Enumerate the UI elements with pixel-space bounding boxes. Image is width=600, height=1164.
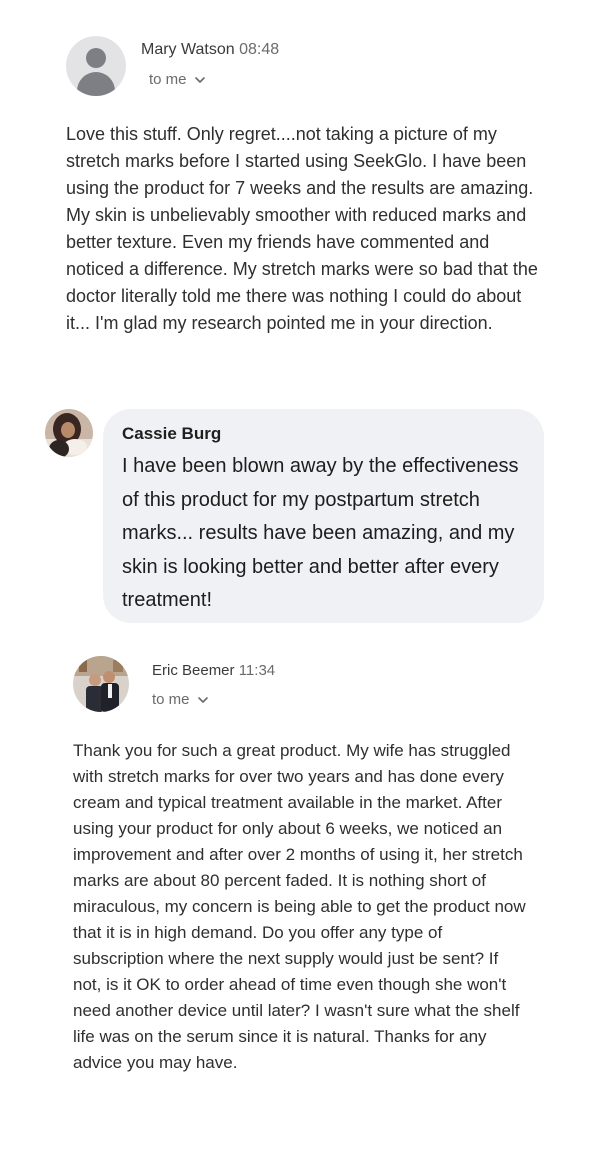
sender-line: Mary Watson 08:48 (141, 41, 279, 59)
email-body-eric: Thank you for such a great product. My w… (73, 741, 526, 1072)
comment-bubble: Cassie Burg I have been blown away by th… (103, 409, 544, 623)
recipient-toggle[interactable]: to me (152, 691, 275, 708)
recipient-label: to me (152, 691, 190, 708)
sent-time: 11:34 (238, 662, 276, 679)
profile-photo-icon (45, 409, 93, 457)
eric-avatar[interactable] (73, 656, 129, 712)
recipient-label: to me (149, 71, 187, 88)
default-avatar-icon[interactable] (66, 36, 126, 96)
email-body-mary: Love this stuff. Only regret....not taki… (66, 124, 538, 333)
profile-photo-icon (73, 656, 129, 712)
chevron-down-icon (194, 76, 205, 83)
email-header-eric: Eric Beemer 11:34 to me (73, 656, 275, 712)
email-header-mary: Mary Watson 08:48 to me (66, 36, 279, 96)
chevron-down-icon (197, 696, 208, 703)
cassie-avatar[interactable] (45, 409, 93, 457)
sender-name[interactable]: Mary Watson (141, 41, 235, 58)
comment-text: I have been blown away by the effectiven… (122, 455, 519, 611)
sender-line: Eric Beemer 11:34 (152, 662, 275, 679)
sender-name[interactable]: Eric Beemer (152, 662, 235, 679)
recipient-toggle[interactable]: to me (149, 71, 279, 88)
sent-time: 08:48 (239, 41, 280, 58)
commenter-name[interactable]: Cassie Burg (122, 424, 221, 444)
